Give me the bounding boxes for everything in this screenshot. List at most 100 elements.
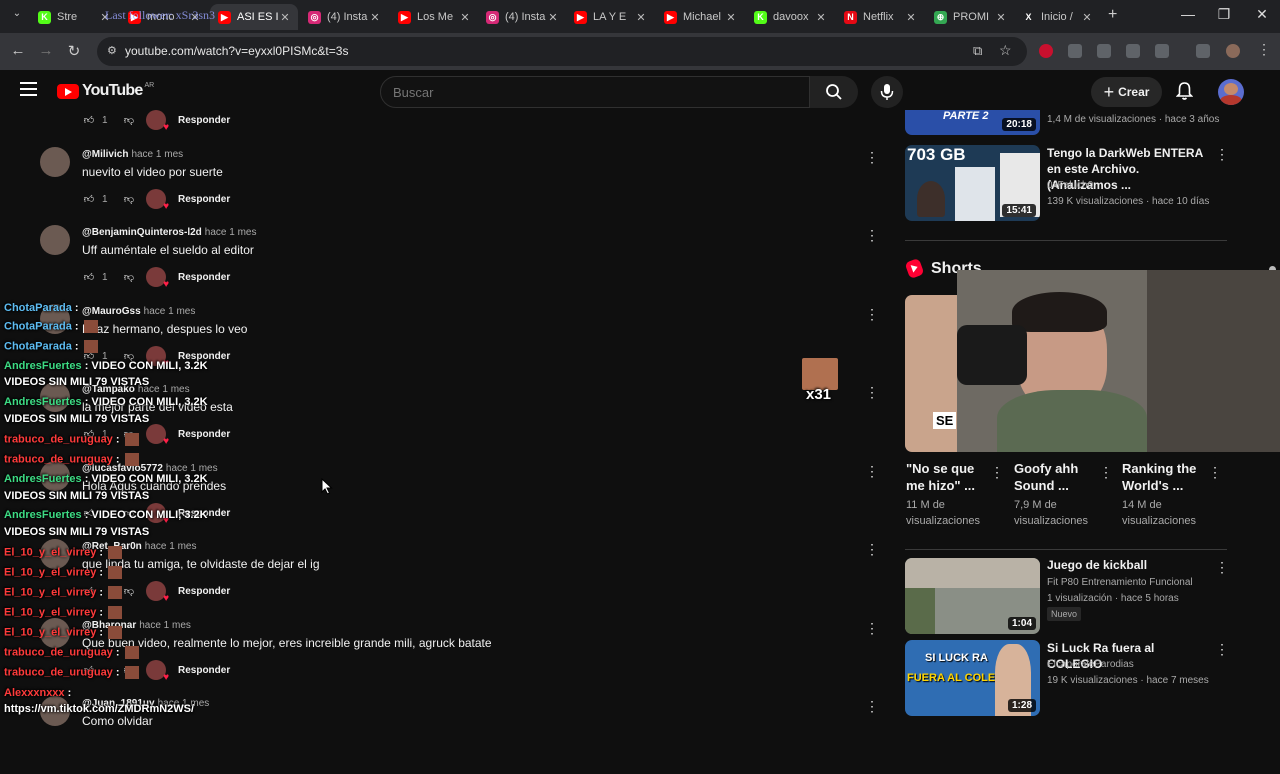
browser-tab[interactable]: ⊕ PROMI ✕ — [926, 4, 1014, 30]
minimize-button[interactable]: — — [1168, 6, 1208, 22]
bookmark-star-icon[interactable]: ☆ — [999, 42, 1012, 59]
comment-author[interactable]: @Milivich — [82, 149, 128, 160]
like-icon[interactable]: 👍︎ — [82, 271, 96, 283]
account-avatar[interactable] — [1218, 79, 1244, 105]
comment-time[interactable]: hace 1 mes — [144, 306, 196, 317]
video-channel[interactable]: ElcaporaleParodias — [1047, 659, 1134, 670]
reload-icon[interactable]: ↻ — [64, 42, 84, 60]
close-tab-icon[interactable]: ✕ — [994, 11, 1008, 24]
video-thumbnail[interactable]: 1:04 — [905, 558, 1040, 634]
close-window-button[interactable]: ✕ — [1242, 6, 1280, 23]
comment-time[interactable]: hace 1 mes — [131, 149, 183, 160]
more-actions-icon[interactable]: ⋮ — [1208, 464, 1222, 481]
tab-favicon-icon: ◎ — [308, 10, 321, 24]
notifications-bell-icon[interactable] — [1175, 81, 1194, 106]
back-arrow-icon[interactable]: ← — [8, 42, 28, 59]
browser-tab[interactable]: N Netflix ✕ — [836, 4, 924, 30]
comment-time[interactable]: hace 1 mes — [139, 620, 191, 631]
extension-icon[interactable] — [1126, 44, 1140, 58]
browser-tab[interactable]: ▶ LA Y E ✕ — [566, 4, 654, 30]
comment-menu-icon[interactable]: ⋮ — [865, 698, 879, 715]
video-thumbnail[interactable]: 703 GB 15:41 — [905, 145, 1040, 221]
like-icon[interactable]: 👍︎ — [82, 114, 96, 126]
install-app-icon[interactable]: ⧉ — [973, 43, 982, 59]
profile-avatar[interactable] — [1226, 44, 1240, 58]
comment-menu-icon[interactable]: ⋮ — [865, 149, 879, 166]
adblock-extension-icon[interactable] — [1039, 44, 1053, 58]
dislike-icon[interactable]: 👎︎ — [122, 585, 136, 597]
browser-tab[interactable]: ▶ ASI ES I ✕ — [210, 4, 298, 30]
media-control-icon[interactable] — [1196, 44, 1210, 58]
comment-menu-icon[interactable]: ⋮ — [865, 620, 879, 637]
short-title[interactable]: Goofy ahh Sound ... — [1014, 460, 1094, 494]
video-thumbnail[interactable]: PARTE 2 20:18 — [905, 110, 1040, 135]
browser-tab[interactable]: ▶ Michael ✕ — [656, 4, 744, 30]
site-info-icon[interactable]: ⚙ — [107, 44, 117, 57]
comment-menu-icon[interactable]: ⋮ — [865, 306, 879, 323]
like-icon[interactable]: 👍︎ — [82, 193, 96, 205]
comment-menu-icon[interactable]: ⋮ — [865, 384, 879, 401]
close-tab-icon[interactable]: ✕ — [1080, 11, 1094, 24]
video-channel[interactable]: Fit P80 Entrenamiento Funcional — [1047, 577, 1193, 588]
more-actions-icon[interactable]: ⋮ — [1215, 146, 1229, 163]
comment-menu-icon[interactable]: ⋮ — [865, 227, 879, 244]
reply-button[interactable]: Responder — [178, 429, 230, 440]
comment-author[interactable]: @MauroGss — [82, 306, 141, 317]
short-title[interactable]: Ranking the World's ... — [1122, 460, 1202, 494]
extension-icon[interactable] — [1097, 44, 1111, 58]
close-tab-icon[interactable]: ✕ — [368, 11, 382, 24]
more-actions-icon[interactable]: ⋮ — [990, 464, 1004, 481]
shorts-icon — [904, 257, 925, 280]
more-actions-icon[interactable]: ⋮ — [1099, 464, 1113, 481]
short-title[interactable]: "No se que me hizo" ... — [906, 460, 986, 494]
tab-favicon-icon: ◎ — [486, 10, 499, 24]
comment-time[interactable]: hace 1 mes — [145, 541, 197, 552]
close-tab-icon[interactable]: ✕ — [546, 11, 560, 24]
close-tab-icon[interactable]: ✕ — [724, 11, 738, 24]
maximize-button[interactable]: ❐ — [1204, 6, 1244, 23]
reply-button[interactable]: Responder — [178, 194, 230, 205]
create-button[interactable]: + Crear — [1091, 77, 1162, 107]
more-actions-icon[interactable]: ⋮ — [1215, 641, 1229, 658]
dislike-icon[interactable]: 👎︎ — [122, 271, 136, 283]
reply-button[interactable]: Responder — [178, 586, 230, 597]
video-title[interactable]: Juego de kickball — [1047, 557, 1207, 573]
video-channel[interactable]: 0xFaluch0 — [1047, 180, 1093, 191]
create-label: Crear — [1118, 85, 1150, 99]
creator-heart-icon — [146, 189, 169, 212]
tab-title: ASI ES I — [237, 11, 278, 23]
chat-separator: : — [81, 396, 92, 408]
tab-search-icon[interactable]: ⌄ — [8, 8, 26, 26]
close-tab-icon[interactable]: ✕ — [458, 11, 472, 24]
forward-arrow-icon[interactable]: → — [36, 42, 56, 59]
comment-time[interactable]: hace 1 mes — [205, 227, 257, 238]
commenter-avatar[interactable] — [40, 147, 70, 177]
reply-button[interactable]: Responder — [178, 272, 230, 283]
comment-author[interactable]: @BenjaminQuinteros-l2d — [82, 227, 202, 238]
extension-icon[interactable] — [1068, 44, 1082, 58]
puzzle-extensions-icon[interactable] — [1155, 44, 1169, 58]
new-tab-button[interactable]: + — [1108, 6, 1117, 24]
dislike-icon[interactable]: 👎︎ — [122, 114, 136, 126]
address-bar[interactable]: ⚙ youtube.com/watch?v=eyxxl0PISMc&t=3s ⧉… — [97, 37, 1027, 66]
tab-title: LA Y E — [593, 11, 627, 23]
browser-tab[interactable]: ◎ (4) Insta ✕ — [300, 4, 388, 30]
browser-tab[interactable]: ▶ Los Me ✕ — [390, 4, 478, 30]
reply-button[interactable]: Responder — [178, 665, 230, 676]
more-actions-icon[interactable]: ⋮ — [1215, 559, 1229, 576]
dislike-icon[interactable]: 👎︎ — [122, 193, 136, 205]
close-tab-icon[interactable]: ✕ — [278, 11, 292, 24]
chat-emote-icon — [124, 666, 139, 679]
reply-button[interactable]: Responder — [178, 115, 230, 126]
video-thumbnail[interactable]: SI LUCK RA FUERA AL COLEGIO 1:28 — [905, 640, 1040, 716]
browser-menu-icon[interactable]: ⋮ — [1257, 41, 1271, 58]
comment-menu-icon[interactable]: ⋮ — [865, 463, 879, 480]
browser-tab[interactable]: ◎ (4) Insta ✕ — [478, 4, 566, 30]
browser-tab[interactable]: X Inicio / ✕ — [1014, 4, 1100, 30]
close-tab-icon[interactable]: ✕ — [634, 11, 648, 24]
comment-menu-icon[interactable]: ⋮ — [865, 541, 879, 558]
commenter-avatar[interactable] — [40, 225, 70, 255]
browser-tab[interactable]: Kdavoox ✕ — [746, 4, 834, 30]
close-tab-icon[interactable]: ✕ — [814, 11, 828, 24]
close-tab-icon[interactable]: ✕ — [904, 11, 918, 24]
